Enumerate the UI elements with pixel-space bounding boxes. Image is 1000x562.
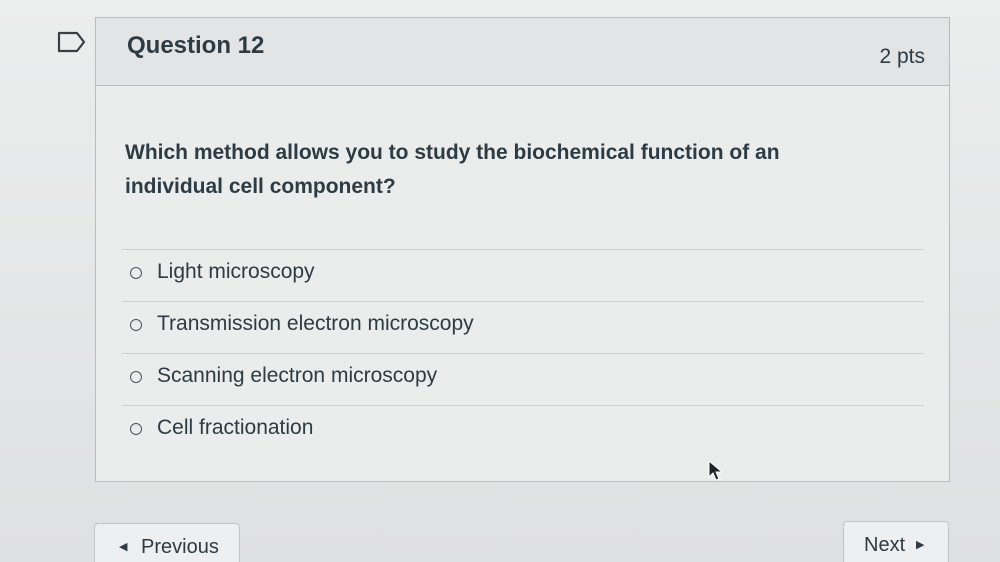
- quiz-page: Question 12 2 pts Which method allows yo…: [0, 0, 1000, 562]
- answer-option[interactable]: Cell fractionation: [122, 405, 924, 457]
- answer-option[interactable]: Scanning electron microscopy: [122, 353, 924, 405]
- radio-button[interactable]: [130, 319, 142, 331]
- answer-label[interactable]: Cell fractionation: [157, 416, 313, 440]
- next-button[interactable]: Next ▶: [843, 521, 949, 562]
- question-card: Question 12 2 pts Which method allows yo…: [95, 17, 950, 482]
- triangle-left-icon: ◀: [119, 541, 128, 553]
- triangle-right-icon: ▶: [916, 539, 925, 551]
- answer-option[interactable]: Transmission electron microscopy: [122, 301, 924, 353]
- radio-button[interactable]: [130, 371, 142, 383]
- answer-label[interactable]: Light microscopy: [157, 260, 315, 284]
- answer-list: Light microscopy Transmission electron m…: [122, 249, 924, 457]
- mouse-pointer-icon: [708, 460, 724, 481]
- answer-label[interactable]: Scanning electron microscopy: [157, 364, 437, 388]
- question-header: Question 12 2 pts: [96, 18, 949, 86]
- previous-label: Previous: [141, 536, 219, 558]
- question-points: 2 pts: [879, 45, 925, 68]
- flag-question-icon[interactable]: [57, 30, 87, 54]
- radio-button[interactable]: [130, 267, 142, 279]
- radio-button[interactable]: [130, 423, 142, 435]
- answer-option[interactable]: Light microscopy: [122, 249, 924, 301]
- previous-button[interactable]: ◀ Previous: [94, 523, 240, 562]
- answer-label[interactable]: Transmission electron microscopy: [157, 312, 474, 336]
- next-label: Next: [864, 534, 906, 556]
- question-text: Which method allows you to study the bio…: [125, 141, 780, 198]
- question-title: Question 12: [127, 32, 265, 59]
